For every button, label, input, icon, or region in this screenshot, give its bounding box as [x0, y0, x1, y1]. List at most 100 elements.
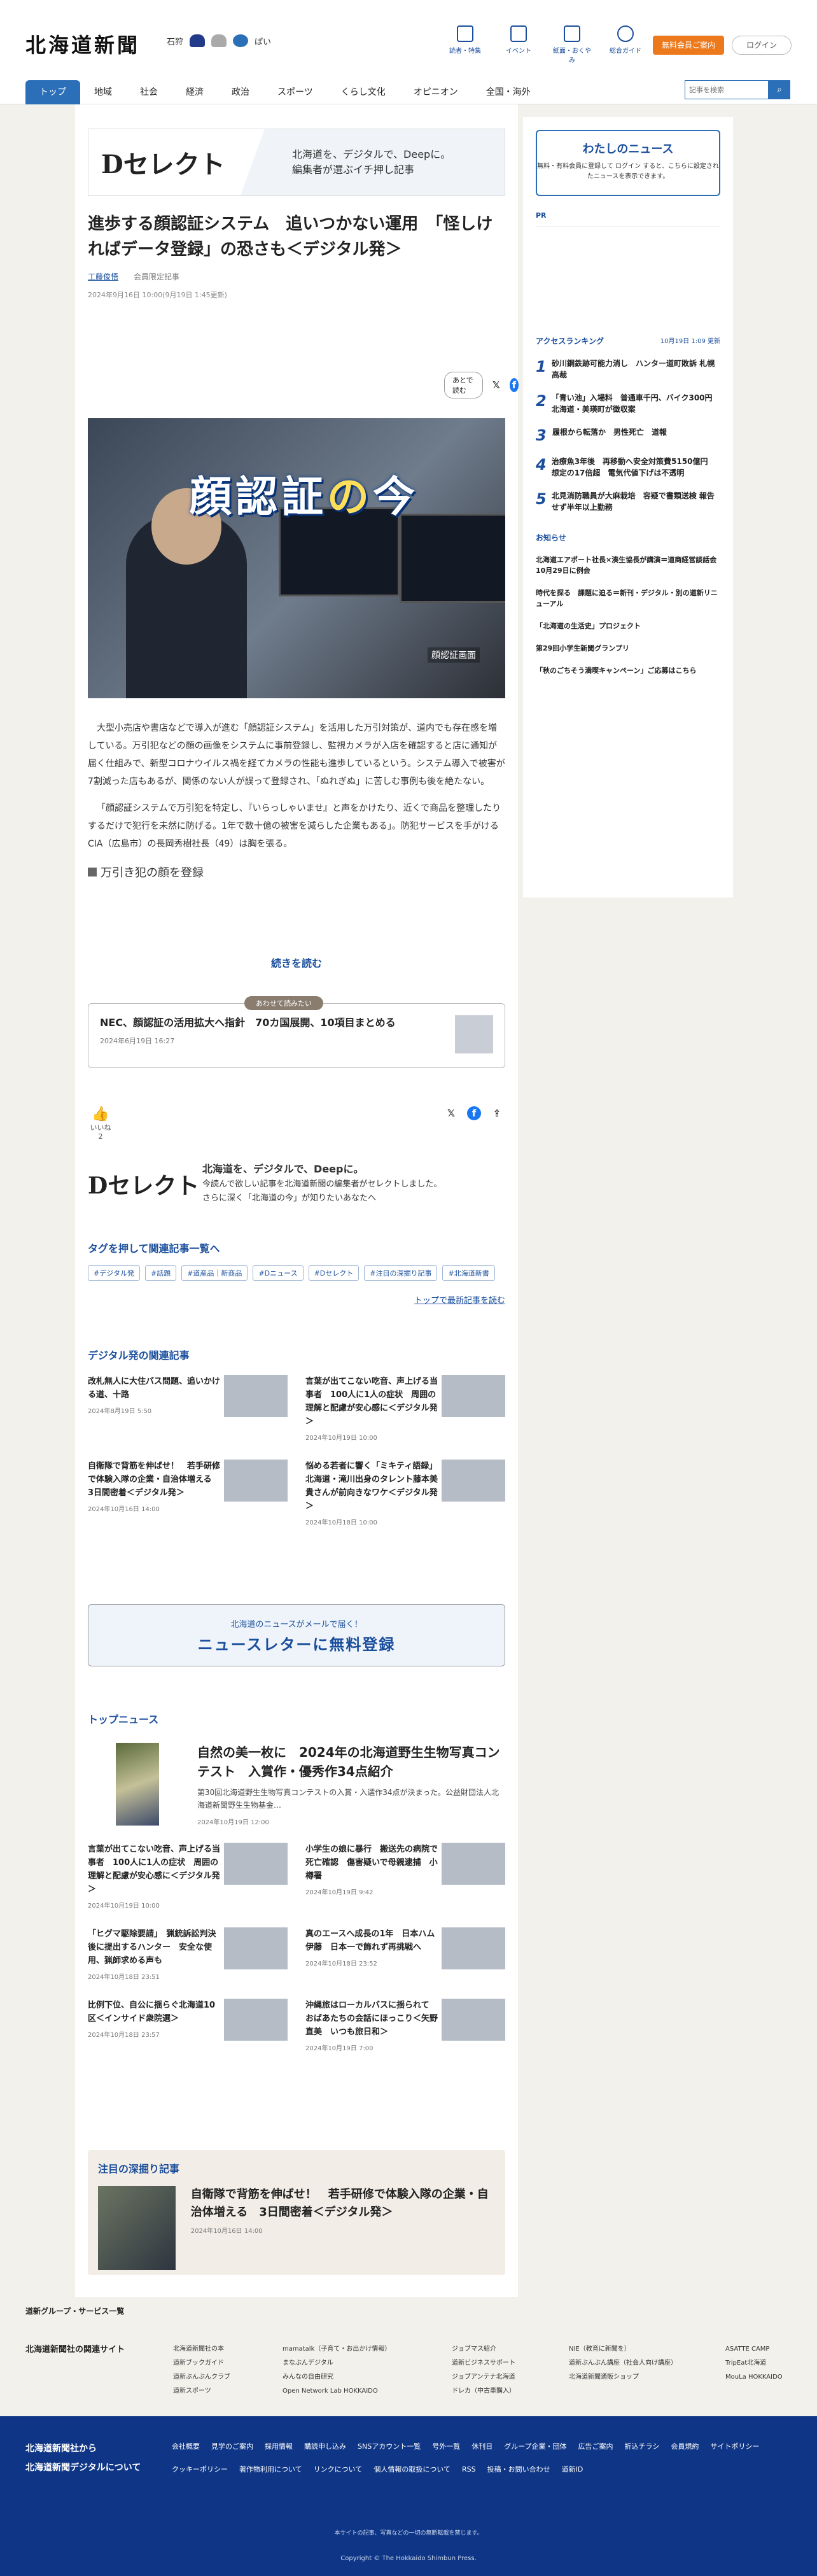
related-card[interactable]: あわせて読みたい NEC、顔認証の活用拡大へ指針 70カ国展開、10項目まとめる… — [88, 996, 505, 1068]
facebook-share-icon[interactable]: f — [509, 378, 519, 392]
footer-link[interactable]: 購読申し込み — [304, 2435, 346, 2458]
footer-link[interactable]: 会員規約 — [671, 2435, 699, 2458]
footer-link[interactable]: 見学のご案内 — [211, 2435, 253, 2458]
share-icon[interactable]: ⇪ — [490, 1106, 504, 1120]
footer-link[interactable]: 会社概要 — [172, 2435, 200, 2458]
notice-item[interactable]: 北海道エアポート社長×湊生協長が講演＝道商経営談話会10月29日に例会 — [536, 554, 720, 576]
footer-link[interactable]: ジョブマス紹介 — [452, 2342, 515, 2356]
tab-top[interactable]: トップ — [25, 80, 80, 104]
feature-box[interactable]: 注目の深掘り記事 自衛隊で背筋を伸ばせ！ 若手研修で体験入隊の企業・自治体増える… — [88, 2150, 505, 2275]
tab-culture[interactable]: くらし文化 — [327, 80, 400, 104]
list-item[interactable]: 言葉が出てこない吃音、声上げる当事者 100人に1人の症状 周囲の理解と配慮が安… — [88, 1843, 288, 1910]
footer-link[interactable]: 著作物利用について — [239, 2458, 302, 2481]
ranking-item[interactable]: 1 砂川鋼鉄跡可能力消し ハンター道町敗訴 札幌高裁 — [536, 358, 720, 381]
lead-story[interactable]: 自然の美一枚に 2024年の北海道野生生物写真コンテスト 入賞作・優秀作34点紹… — [88, 1743, 505, 1826]
tab-opinion[interactable]: オピニオン — [400, 80, 472, 104]
author-link[interactable]: 工藤俊悟 — [88, 271, 118, 282]
footer-link[interactable]: ASATTE CAMP — [725, 2342, 783, 2356]
list-item[interactable]: 改札無人に大住バス問題、追いかける道、十路 2024年8月19日 5:50 — [88, 1375, 288, 1442]
tab-politics[interactable]: 政治 — [218, 80, 263, 104]
latest-link[interactable]: トップで最新記事を読む — [88, 1293, 505, 1306]
footer-link[interactable]: グループ企業・団体 — [504, 2435, 566, 2458]
dselect-promo[interactable]: Dセレクト 北海道を、デジタルで、Deepに。 今読んで欲しい記事を北海道新聞の編… — [88, 1152, 505, 1216]
footer-link[interactable]: ドレカ（中古車購入） — [452, 2384, 515, 2398]
footer-link[interactable]: 休刊日 — [471, 2435, 492, 2458]
footer-link[interactable]: 道新ブックガイド — [173, 2356, 230, 2370]
tag-link[interactable]: #話題 — [145, 1265, 177, 1281]
footer-link[interactable]: NIE（教育に新聞を） — [569, 2342, 677, 2356]
group-heading[interactable]: 道新グループ・サービス一覧 — [25, 2305, 124, 2316]
footer-link[interactable]: TripEat北海道 — [725, 2356, 783, 2370]
footer-link[interactable]: 道新ID — [562, 2458, 583, 2481]
nav-paper[interactable]: 紙面・おくやみ — [552, 25, 592, 64]
footer-link[interactable]: 道新ビジネスサポート — [452, 2356, 515, 2370]
nav-guide[interactable]: 総合ガイド — [606, 25, 645, 64]
x-share-icon[interactable]: 𝕏 — [492, 378, 501, 392]
tag-link[interactable]: #北海道新書 — [442, 1265, 495, 1281]
list-item[interactable]: 比例下位、自公に揺らぐ北海道10区＜インサイド衆院選＞ 2024年10月18日 2… — [88, 1999, 288, 2052]
nav-readers[interactable]: 読者・特集 — [445, 25, 485, 64]
tab-sports[interactable]: スポーツ — [263, 80, 327, 104]
read-more-link[interactable]: 続きを読む — [88, 955, 505, 970]
tab-region[interactable]: 地域 — [80, 80, 126, 104]
footer-link[interactable]: SNSアカウント一覧 — [358, 2435, 421, 2458]
facebook-share-icon[interactable]: f — [467, 1106, 481, 1120]
footer-link[interactable]: MouLa HOKKAIDO — [725, 2370, 783, 2384]
save-later-button[interactable]: あとで読む — [444, 372, 483, 398]
footer-link[interactable]: 道新スポーツ — [173, 2384, 230, 2398]
footer-link[interactable]: リンクについて — [314, 2458, 363, 2481]
notice-item[interactable]: 「秋のごちそう満喫キャンペーン」ご応募はこちら — [536, 665, 720, 676]
footer-link[interactable]: 北海道新聞通販ショップ — [569, 2370, 677, 2384]
footer-link[interactable]: RSS — [462, 2458, 476, 2481]
footer-link[interactable]: 北海道新聞社の本 — [173, 2342, 230, 2356]
footer-link[interactable]: クッキーポリシー — [172, 2458, 228, 2481]
tag-link[interactable]: #Dセレクト — [308, 1265, 360, 1281]
ranking-item[interactable]: 2 「青い池」入場料 普通車千円、バイク300円 北海道・美瑛町が徴収案 — [536, 392, 720, 415]
notice-item[interactable]: 「北海道の生活史」プロジェクト — [536, 621, 720, 631]
tab-economy[interactable]: 経済 — [172, 80, 218, 104]
footer-link[interactable]: mamatalk（子育て・お出かけ情報） — [283, 2342, 391, 2356]
list-item[interactable]: 真のエースへ成長の1年 日本ハム伊藤 日本一で飾れず再挑戦へ 2024年10月18… — [305, 1927, 505, 1981]
footer-link[interactable]: 個人情報の取扱について — [374, 2458, 450, 2481]
x-share-icon[interactable]: 𝕏 — [444, 1106, 458, 1120]
tag-link[interactable]: #デジタル発 — [88, 1265, 140, 1281]
list-item[interactable]: 言葉が出てこない吃音、声上げる当事者 100人に1人の症状 周囲の理解と配慮が安… — [305, 1375, 505, 1442]
footer-link[interactable]: Open Network Lab HOKKAIDO — [283, 2384, 391, 2398]
list-item[interactable]: 「ヒグマ駆除要請」 猟銃訴訟判決後に提出するハンター 安全な使用、猟師求める声も… — [88, 1927, 288, 1981]
list-item[interactable]: 自衛隊で背筋を伸ばせ！ 若手研修で体験入隊の企業・自治体増える 3日間密着＜デジ… — [88, 1460, 288, 1526]
footer-link[interactable]: 号外一覧 — [432, 2435, 460, 2458]
login-button[interactable]: ログイン — [732, 36, 792, 55]
list-item[interactable]: 小学生の娘に暴行 搬送先の病院で死亡確認 傷害疑いで母親逮捕 小樽署 2024年1… — [305, 1843, 505, 1910]
list-item[interactable]: 沖縄旅はローカルバスに揺られて おばあたちの会話にほっこり＜矢野直美 いつも旅日… — [305, 1999, 505, 2052]
footer-link[interactable]: 採用情報 — [265, 2435, 293, 2458]
ranking-item[interactable]: 4 治療魚3年後 再移動へ安全対策費5150億円 想定の17倍超 電気代値下げは不… — [536, 456, 720, 479]
weather-widget[interactable]: 石狩 ぱい — [167, 34, 271, 47]
like-button[interactable]: 👍 いいね 2 — [88, 1106, 113, 1141]
my-news-box[interactable]: わたしのニュース 無料・有料会員に登録して ログイン すると、こちらに設定された… — [536, 130, 720, 196]
notice-item[interactable]: 時代を探る 課題に迫る＝新刊・デジタル・別の道新リニューアル — [536, 588, 720, 609]
footer-link[interactable]: まなぶんデジタル — [283, 2356, 391, 2370]
tag-link[interactable]: #注目の深掘り記事 — [364, 1265, 438, 1281]
dselect-banner[interactable]: Dセレクト 北海道を、デジタルで、Deepに。 編集者が選ぶイチ押し記事 — [88, 129, 505, 196]
footer-link[interactable]: 広告ご案内 — [578, 2435, 613, 2458]
ranking-item[interactable]: 3 履根から転落か 男性死亡 道報 — [536, 426, 720, 444]
search-input[interactable] — [685, 80, 769, 99]
footer-link[interactable]: ジョブアンテナ北海道 — [452, 2370, 515, 2384]
footer-link[interactable]: サイトポリシー — [710, 2435, 759, 2458]
tag-link[interactable]: #Dニュース — [253, 1265, 304, 1281]
list-item[interactable]: 悩める若者に響く「ミキティ語録」 北海道・滝川出身のタレント藤本美貴さんが前向き… — [305, 1460, 505, 1526]
hero-image[interactable]: 顔認証の今 顔認証画面 — [88, 418, 505, 698]
register-button[interactable]: 無料会員ご案内 — [653, 36, 724, 55]
search-icon[interactable]: ⌕ — [769, 80, 790, 99]
newsletter-banner[interactable]: 北海道のニュースがメールで届く！ ニュースレターに無料登録 — [88, 1604, 505, 1666]
footer-link[interactable]: 投稿・お問い合わせ — [487, 2458, 550, 2481]
site-logo[interactable]: 北海道新聞 — [25, 29, 140, 59]
tab-world[interactable]: 全国・海外 — [472, 80, 545, 104]
ranking-item[interactable]: 5 北見消防職員が大麻栽培 容疑で書類送検 報告せず半年以上勤務 — [536, 490, 720, 513]
footer-link[interactable]: 道新ぶんぶん講座（社会人向け講座） — [569, 2356, 677, 2370]
tag-link[interactable]: #道産品｜新商品 — [181, 1265, 248, 1281]
notice-item[interactable]: 第29回小学生新聞グランプリ — [536, 643, 720, 654]
footer-link[interactable]: 折込チラシ — [625, 2435, 660, 2458]
footer-link[interactable]: みんなの自由研究 — [283, 2370, 391, 2384]
tab-society[interactable]: 社会 — [126, 80, 172, 104]
